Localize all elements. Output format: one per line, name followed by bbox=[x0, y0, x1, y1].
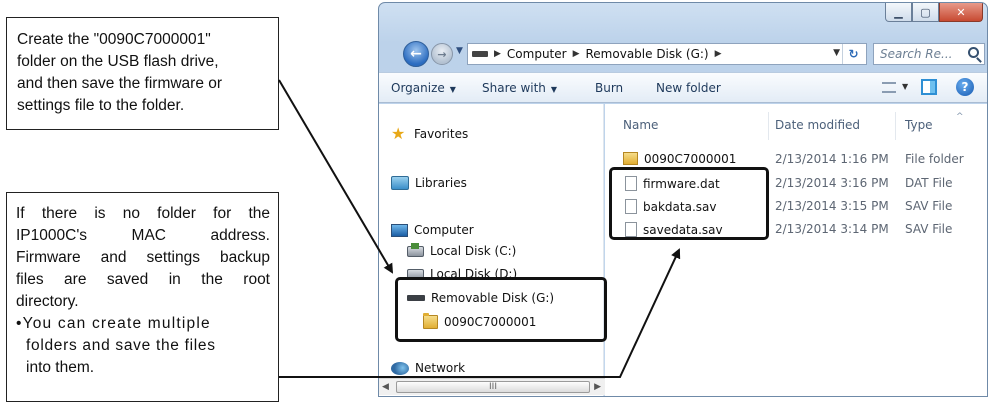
callout-line: folders and save the files bbox=[26, 337, 216, 354]
address-row: ← → ▼ ▶ Computer ▶ Removable Disk (G:) ▶… bbox=[379, 40, 987, 68]
star-icon: ★ bbox=[391, 124, 406, 143]
chevron-right-icon[interactable]: ▶ bbox=[573, 49, 580, 59]
file-type: File folder bbox=[905, 152, 964, 166]
file-type: DAT File bbox=[905, 176, 953, 190]
network-icon bbox=[391, 361, 409, 375]
column-header-type[interactable]: Type bbox=[905, 118, 933, 132]
file-date: 2/13/2014 1:16 PM bbox=[775, 152, 889, 166]
navigation-pane: ★ Favorites Libraries Computer Local Dis… bbox=[379, 104, 605, 396]
callout-line: Create the "0090C7000001" bbox=[17, 31, 211, 48]
callout-line: If there is no folder for the bbox=[16, 205, 270, 222]
callout-line: into them. bbox=[26, 359, 95, 376]
file-list: Name Date modified Type ^ 0090C7000001 2… bbox=[605, 104, 987, 396]
search-placeholder: Search Re... bbox=[880, 47, 953, 61]
view-options-icon[interactable] bbox=[882, 82, 896, 93]
drive-icon bbox=[407, 242, 424, 257]
file-date: 2/13/2014 3:14 PM bbox=[775, 222, 889, 236]
help-icon[interactable]: ? bbox=[956, 78, 974, 96]
file-date: 2/13/2014 3:15 PM bbox=[775, 199, 889, 213]
horizontal-scrollbar[interactable]: ◀ III ▶ bbox=[379, 378, 605, 395]
nav-libraries[interactable]: Libraries bbox=[391, 176, 467, 190]
search-icon[interactable] bbox=[968, 47, 979, 58]
breadcrumb-removable-disk[interactable]: Removable Disk (G:) bbox=[586, 47, 709, 61]
address-bar[interactable]: ▶ Computer ▶ Removable Disk (G:) ▶ ▼ ↻ bbox=[467, 43, 867, 65]
callout-line: files are saved in the root bbox=[16, 271, 270, 288]
column-header-date[interactable]: Date modified bbox=[775, 118, 860, 132]
breadcrumb-computer[interactable]: Computer bbox=[507, 47, 567, 61]
callout-bullet: •You can create multiple bbox=[16, 315, 211, 332]
column-header-name[interactable]: Name bbox=[623, 118, 658, 132]
minimize-button[interactable]: ▁ bbox=[885, 3, 912, 22]
organize-button[interactable]: Organize ▼ bbox=[391, 81, 456, 95]
new-folder-button[interactable]: New folder bbox=[656, 81, 721, 95]
file-name: 0090C7000001 bbox=[644, 152, 737, 166]
view-dropdown[interactable]: ▼ bbox=[902, 82, 908, 91]
nav-favorites[interactable]: ★ Favorites bbox=[391, 124, 468, 143]
forward-button[interactable]: → bbox=[431, 43, 453, 65]
callout-line: directory. bbox=[16, 293, 79, 310]
nav-local-disk-c[interactable]: Local Disk (C:) bbox=[407, 242, 516, 258]
nav-computer[interactable]: Computer bbox=[391, 223, 474, 237]
folder-icon bbox=[623, 152, 638, 165]
command-bar: Organize ▼ Share with ▼ Burn New folder ▼ … bbox=[379, 72, 987, 103]
callout-line: folder on the USB flash drive, bbox=[17, 53, 219, 70]
share-with-button[interactable]: Share with ▼ bbox=[482, 81, 557, 95]
column-divider[interactable] bbox=[895, 112, 896, 140]
scrollbar-thumb[interactable]: III bbox=[396, 381, 590, 393]
callout-line: IP1000C's MAC address. bbox=[16, 227, 270, 244]
callout-line: Firmware and settings backup bbox=[16, 249, 270, 266]
file-type: SAV File bbox=[905, 199, 953, 213]
close-button[interactable]: ✕ bbox=[939, 3, 983, 22]
chevron-right-icon[interactable]: ▶ bbox=[494, 49, 501, 59]
chevron-right-icon[interactable]: ▶ bbox=[715, 49, 722, 59]
back-button[interactable]: ← bbox=[403, 41, 429, 67]
arrow-to-usb-folder bbox=[278, 79, 394, 274]
sort-ascending-icon: ^ bbox=[956, 112, 964, 122]
callout-line: settings file to the folder. bbox=[17, 97, 185, 114]
file-type: SAV File bbox=[905, 222, 953, 236]
callout-root-directory: If there is no folder for the IP1000C's … bbox=[6, 192, 279, 402]
drive-icon bbox=[472, 51, 488, 57]
maximize-button[interactable]: ▢ bbox=[912, 3, 939, 22]
computer-icon bbox=[391, 223, 408, 237]
refresh-icon[interactable]: ↻ bbox=[842, 44, 864, 64]
library-icon bbox=[391, 176, 409, 190]
scroll-right-icon[interactable]: ▶ bbox=[594, 382, 601, 392]
recent-pages-dropdown[interactable]: ▼ bbox=[456, 46, 463, 56]
preview-pane-icon[interactable] bbox=[921, 79, 937, 95]
highlight-root-files bbox=[609, 167, 769, 240]
caption-buttons: ▁ ▢ ✕ bbox=[885, 3, 983, 23]
burn-button[interactable]: Burn bbox=[595, 81, 623, 95]
highlight-usb-folder bbox=[395, 277, 607, 342]
column-divider[interactable] bbox=[768, 112, 769, 140]
search-input[interactable]: Search Re... bbox=[873, 43, 985, 65]
scroll-left-icon[interactable]: ◀ bbox=[382, 382, 389, 392]
callout-line: and then save the firmware or bbox=[17, 75, 223, 92]
address-dropdown[interactable]: ▼ bbox=[833, 48, 840, 58]
file-date: 2/13/2014 3:16 PM bbox=[775, 176, 889, 190]
nav-network[interactable]: Network bbox=[391, 361, 465, 375]
callout-create-folder: Create the "0090C7000001" folder on the … bbox=[6, 17, 279, 130]
